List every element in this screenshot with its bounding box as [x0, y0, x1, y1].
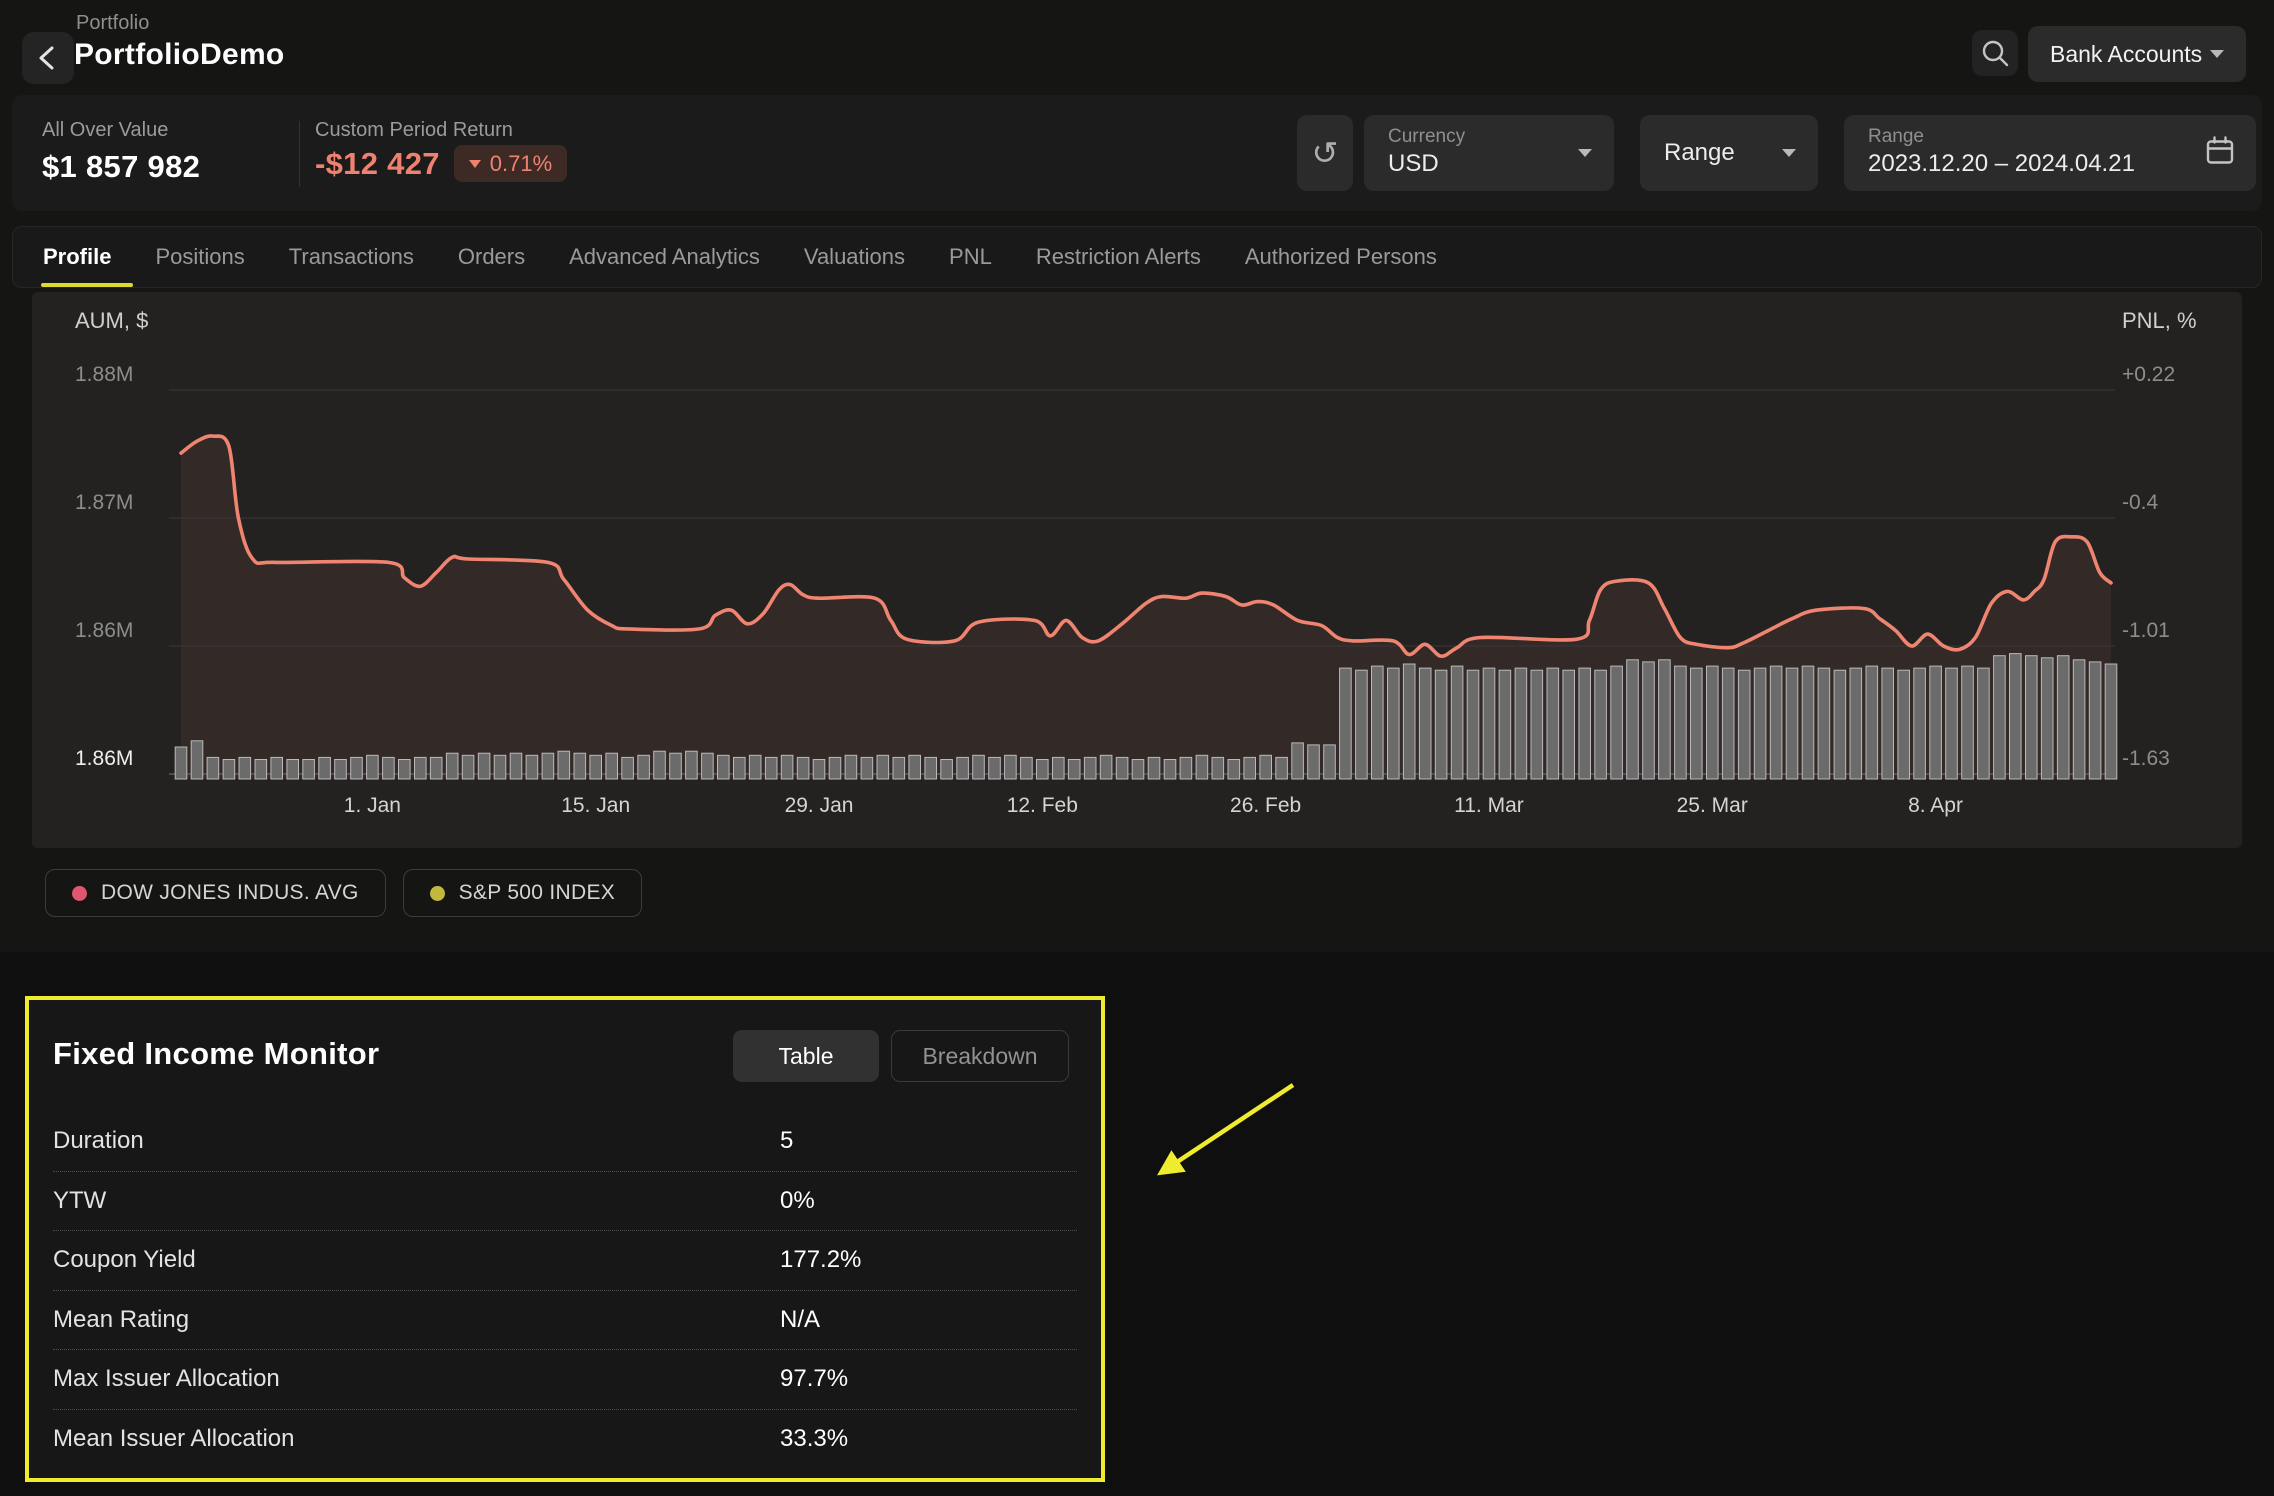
axis-tick-label: 29. Jan [785, 794, 854, 818]
axis-tick-label: +0.22 [2122, 363, 2175, 387]
range-dropdown-label: Range [1664, 139, 1735, 167]
axis-tick-label: -1.01 [2122, 619, 2170, 643]
all-over-value-label: All Over Value [42, 119, 168, 142]
refresh-button[interactable]: ↺ [1297, 115, 1353, 191]
date-range-label: Range [1868, 126, 1924, 148]
chevron-left-icon [22, 32, 74, 84]
table-toggle-button[interactable]: Table [733, 1030, 879, 1082]
axis-tick-label: 26. Feb [1230, 794, 1301, 818]
tab-valuations[interactable]: Valuations [804, 227, 905, 287]
row-value: 0% [780, 1187, 815, 1215]
row-label: Duration [53, 1127, 144, 1155]
chevron-down-icon [1578, 149, 1592, 157]
back-button[interactable] [22, 32, 74, 84]
axis-tick-label: 1.86M [75, 747, 133, 771]
legend-label: S&P 500 INDEX [459, 881, 615, 905]
row-label: Mean Issuer Allocation [53, 1425, 294, 1453]
breadcrumb: Portfolio [76, 12, 149, 35]
series-dot-icon [72, 886, 87, 901]
currency-dropdown[interactable]: Currency USD [1364, 115, 1614, 191]
search-button[interactable] [1972, 30, 2018, 76]
range-dropdown[interactable]: Range [1640, 115, 1818, 191]
breakdown-toggle-button[interactable]: Breakdown [891, 1030, 1069, 1082]
date-range-value: 2023.12.20 – 2024.04.21 [1868, 150, 2135, 178]
period-return-badge: 0.71% [454, 145, 567, 182]
row-label: YTW [53, 1187, 106, 1215]
right-axis-title: PNL, % [2122, 308, 2197, 334]
axis-tick-label: 1. Jan [344, 794, 401, 818]
axis-tick-label: 11. Mar [1454, 794, 1524, 818]
tab-positions[interactable]: Positions [155, 227, 244, 287]
legend: DOW JONES INDUS. AVG S&P 500 INDEX [45, 869, 642, 917]
chart-panel: AUM, $ PNL, % 1.88M 1.87M 1.86M 1.86M +0.22 -… [32, 292, 2242, 848]
search-icon [1978, 36, 2012, 70]
divider [299, 121, 300, 187]
period-return: -$12 427 0.71% [315, 145, 567, 182]
monitor-view-toggle: Table Breakdown [733, 1030, 1069, 1082]
triangle-down-icon [469, 160, 481, 168]
bank-accounts-dropdown[interactable]: Bank Accounts [2028, 26, 2246, 82]
date-range-picker[interactable]: Range 2023.12.20 – 2024.04.21 [1844, 115, 2256, 191]
table-row: YTW 0% [53, 1172, 1077, 1232]
chevron-down-icon [1782, 149, 1796, 157]
period-return-pct: 0.71% [490, 151, 552, 177]
row-value: 177.2% [780, 1246, 861, 1274]
currency-value: USD [1388, 150, 1439, 178]
page-title: PortfolioDemo [74, 38, 285, 72]
axis-tick-label: 15. Jan [561, 794, 630, 818]
legend-label: DOW JONES INDUS. AVG [101, 881, 359, 905]
tab-advanced-analytics[interactable]: Advanced Analytics [569, 227, 760, 287]
all-over-value: $1 857 982 [42, 149, 200, 185]
calendar-icon [2204, 135, 2236, 172]
tab-authorized-persons[interactable]: Authorized Persons [1245, 227, 1437, 287]
axis-tick-label: -1.63 [2122, 747, 2170, 771]
row-label: Max Issuer Allocation [53, 1365, 280, 1393]
monitor-table: Duration 5 YTW 0% Coupon Yield 177.2% Me… [53, 1112, 1077, 1469]
tab-orders[interactable]: Orders [458, 227, 525, 287]
row-value: N/A [780, 1306, 820, 1334]
bank-accounts-label: Bank Accounts [2050, 41, 2210, 68]
chevron-down-icon [2210, 50, 2224, 58]
aum-pnl-chart [32, 292, 2242, 848]
tab-bar: Profile Positions Transactions Orders Ad… [12, 226, 2262, 288]
stats-bar: All Over Value $1 857 982 Custom Period … [12, 95, 2262, 211]
table-row: Coupon Yield 177.2% [53, 1231, 1077, 1291]
axis-tick-label: 1.86M [75, 619, 133, 643]
tab-transactions[interactable]: Transactions [289, 227, 414, 287]
legend-item-sp500[interactable]: S&P 500 INDEX [403, 869, 642, 917]
refresh-icon: ↺ [1312, 137, 1339, 169]
axis-tick-label: 8. Apr [1908, 794, 1963, 818]
period-return-amount: -$12 427 [315, 146, 440, 182]
row-label: Mean Rating [53, 1306, 189, 1334]
left-axis-title: AUM, $ [75, 308, 148, 334]
axis-tick-label: 25. Mar [1677, 794, 1748, 818]
row-label: Coupon Yield [53, 1246, 196, 1274]
tab-pnl[interactable]: PNL [949, 227, 992, 287]
table-row: Max Issuer Allocation 97.7% [53, 1350, 1077, 1410]
axis-tick-label: 1.88M [75, 363, 133, 387]
table-row: Mean Issuer Allocation 33.3% [53, 1410, 1077, 1470]
annotation-arrow [1100, 1050, 1360, 1210]
row-value: 5 [780, 1127, 793, 1155]
fixed-income-monitor: Fixed Income Monitor Table Breakdown Dur… [25, 996, 1105, 1482]
table-row: Mean Rating N/A [53, 1291, 1077, 1351]
tab-restriction-alerts[interactable]: Restriction Alerts [1036, 227, 1201, 287]
period-return-label: Custom Period Return [315, 119, 513, 142]
table-row: Duration 5 [53, 1112, 1077, 1172]
axis-tick-label: 12. Feb [1007, 794, 1078, 818]
tab-profile[interactable]: Profile [43, 227, 111, 287]
row-value: 97.7% [780, 1365, 848, 1393]
legend-item-dow-jones[interactable]: DOW JONES INDUS. AVG [45, 869, 386, 917]
axis-tick-label: 1.87M [75, 491, 133, 515]
row-value: 33.3% [780, 1425, 848, 1453]
axis-tick-label: -0.4 [2122, 491, 2158, 515]
monitor-title: Fixed Income Monitor [53, 1036, 379, 1072]
series-dot-icon [430, 886, 445, 901]
currency-label: Currency [1388, 126, 1465, 148]
